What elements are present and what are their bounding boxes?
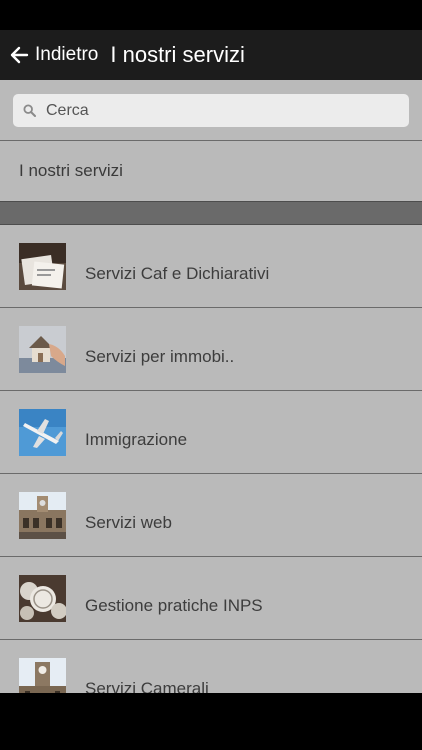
back-button[interactable]: Indietro (9, 44, 98, 66)
building-photo-icon (19, 491, 66, 539)
service-item-camerali[interactable]: Servizi Camerali (0, 640, 422, 693)
service-label: Immigrazione (85, 430, 188, 449)
search-bar (0, 80, 422, 140)
back-button-label: Indietro (35, 44, 99, 65)
service-label: Servizi web (85, 513, 172, 532)
service-item-web[interactable]: Servizi web (0, 474, 422, 557)
documents-photo-icon (19, 242, 66, 290)
search-icon (23, 104, 36, 117)
system-nav-bar (0, 693, 422, 750)
service-item-caf[interactable]: Servizi Caf e Dichiarativi (0, 225, 422, 308)
page-title: I nostri servizi (110, 42, 245, 67)
service-item-immobili[interactable]: Servizi per immobi.. (0, 308, 422, 391)
service-label: Servizi Caf e Dichiarativi (85, 264, 270, 283)
back-arrow-icon (9, 45, 29, 65)
status-bar (0, 0, 422, 30)
section-separator (0, 201, 422, 225)
service-label: Servizi per immobi.. (85, 347, 235, 366)
tower-photo-icon (19, 657, 66, 693)
airplane-photo-icon (19, 408, 66, 456)
service-item-inps[interactable]: Gestione pratiche INPS (0, 557, 422, 640)
main-content[interactable]: I nostri servizi Servizi Caf e Dichiarat… (0, 80, 422, 693)
service-label: Servizi Camerali (85, 679, 209, 693)
search-box[interactable] (13, 94, 409, 127)
service-label: Gestione pratiche INPS (85, 596, 263, 615)
search-input[interactable] (46, 101, 376, 120)
app-header: Indietro I nostri servizi (0, 30, 422, 80)
house-model-photo-icon (19, 325, 66, 373)
section-header: I nostri servizi (0, 141, 422, 201)
section-label: I nostri servizi (19, 161, 123, 180)
service-item-immigrazione[interactable]: Immigrazione (0, 391, 422, 474)
coins-photo-icon (19, 574, 66, 622)
